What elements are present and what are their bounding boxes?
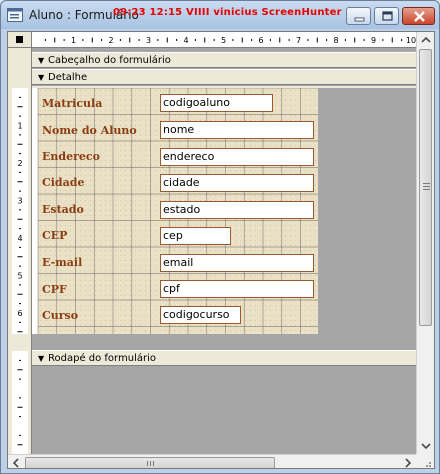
ruler-number: 4: [183, 36, 188, 45]
grip-line: [150, 461, 151, 466]
select-form-box[interactable]: [8, 32, 32, 48]
field-nome[interactable]: nome: [160, 121, 314, 139]
detail-section-bar[interactable]: ▼ Detalhe: [32, 69, 416, 85]
field-cpf[interactable]: cpf: [160, 280, 314, 298]
field-cep[interactable]: cep: [160, 227, 231, 245]
ruler-header-zone: [12, 48, 28, 88]
footer-section-label: Rodapé do formulário: [48, 353, 156, 364]
header-section-label: Cabeçalho do formulário: [48, 55, 171, 66]
ruler-number: 2: [17, 159, 22, 168]
horizontal-scrollbar[interactable]: [8, 454, 416, 468]
screenhunter-overlay-text: 09:23 12:15 VIIII vinicius ScreenHunter: [113, 7, 342, 18]
ruler-number: 9: [371, 36, 376, 45]
label-matricula[interactable]: Matricula: [42, 97, 102, 110]
ruler-number: 6: [17, 309, 22, 318]
maximize-icon: [382, 11, 393, 21]
ruler-number: 3: [146, 36, 151, 45]
vertical-scrollbar[interactable]: [416, 32, 434, 454]
form-selector-square: [16, 36, 23, 43]
arrow-left-icon: [12, 458, 19, 468]
ruler-number: 7: [296, 36, 301, 45]
ruler-number: 10: [406, 36, 416, 45]
scroll-down-button[interactable]: [417, 438, 434, 454]
label-endereco[interactable]: Endereco: [42, 150, 100, 163]
close-icon: [414, 11, 425, 22]
vertical-scroll-thumb[interactable]: [419, 49, 432, 326]
ruler-number: 8: [333, 36, 338, 45]
form-icon: [7, 8, 23, 22]
header-section-bar[interactable]: ▼ Cabeçalho do formulário: [32, 52, 416, 68]
resize-grip[interactable]: [416, 454, 434, 468]
detail-section-label: Detalhe: [48, 72, 88, 83]
ruler-number: 4: [17, 234, 22, 243]
detail-section: Matricula codigoaluno Nome do Aluno nome…: [32, 88, 416, 334]
ruler-number: 5: [221, 36, 226, 45]
field-codigocurso[interactable]: codigocurso: [160, 306, 241, 324]
label-cpf[interactable]: CPF: [42, 283, 67, 296]
field-cidade[interactable]: cidade: [160, 174, 314, 192]
field-estado[interactable]: estado: [160, 201, 314, 219]
minimize-button[interactable]: [346, 7, 371, 25]
form-design-window: Aluno : Formulário 09:23 12:15 VIIII vin…: [0, 0, 440, 474]
scroll-left-button[interactable]: [8, 455, 24, 468]
title-bar[interactable]: Aluno : Formulário 09:23 12:15 VIIII vin…: [1, 1, 439, 29]
resize-grip-icon: [426, 462, 431, 467]
horizontal-ruler-ticks: 1 2 3 4 5 6 7 8 9 10: [44, 36, 416, 45]
arrow-up-icon: [421, 36, 431, 43]
design-view-area: 12345678910 1234561 ▼Cabeçalho do formul…: [7, 31, 435, 469]
section-arrow-icon: ▼: [38, 56, 45, 65]
grip-line: [147, 461, 148, 466]
field-email[interactable]: email: [160, 254, 314, 272]
grip-line: [423, 183, 430, 184]
footer-section-bar[interactable]: ▼ Rodapé do formulário: [32, 350, 416, 366]
section-arrow-icon: ▼: [38, 73, 45, 82]
label-nome-do-aluno[interactable]: Nome do Aluno: [42, 124, 137, 137]
scroll-right-button[interactable]: [400, 455, 416, 468]
maximize-button[interactable]: [374, 7, 399, 25]
ruler-number: 2: [108, 36, 113, 45]
field-endereco[interactable]: endereco: [160, 148, 314, 166]
ruler-number: 6: [258, 36, 263, 45]
grip-line: [423, 186, 430, 187]
vertical-ruler-ticks: 1234561: [12, 48, 28, 468]
section-arrow-icon: ▼: [38, 354, 45, 363]
label-cidade[interactable]: Cidade: [42, 176, 84, 189]
arrow-down-icon: [421, 443, 431, 450]
horizontal-scroll-thumb[interactable]: [25, 457, 275, 468]
label-estado[interactable]: Estado: [42, 203, 84, 216]
arrow-right-icon: [405, 458, 412, 468]
label-cep[interactable]: CEP: [42, 229, 67, 242]
label-curso[interactable]: Curso: [42, 309, 78, 322]
label-email[interactable]: E-mail: [42, 256, 82, 269]
horizontal-ruler[interactable]: 1 2 3 4 5 6 7 8 9 10: [32, 32, 416, 48]
ruler-number: 5: [17, 272, 22, 281]
minimize-icon: [354, 17, 365, 22]
form-canvas: ▼ Cabeçalho do formulário ▼ Detalhe Matric…: [32, 48, 416, 454]
grip-line: [423, 189, 430, 190]
ruler-footer-zone: [12, 351, 28, 454]
ruler-number: 1: [71, 36, 76, 45]
field-codigoaluno[interactable]: codigoaluno: [160, 94, 273, 112]
ruler-number: 3: [17, 197, 22, 206]
grip-line: [153, 461, 154, 466]
ruler-number: 1: [17, 122, 22, 131]
vertical-ruler[interactable]: 1234561: [8, 48, 32, 468]
scroll-up-button[interactable]: [417, 32, 434, 48]
close-button[interactable]: [402, 7, 435, 25]
